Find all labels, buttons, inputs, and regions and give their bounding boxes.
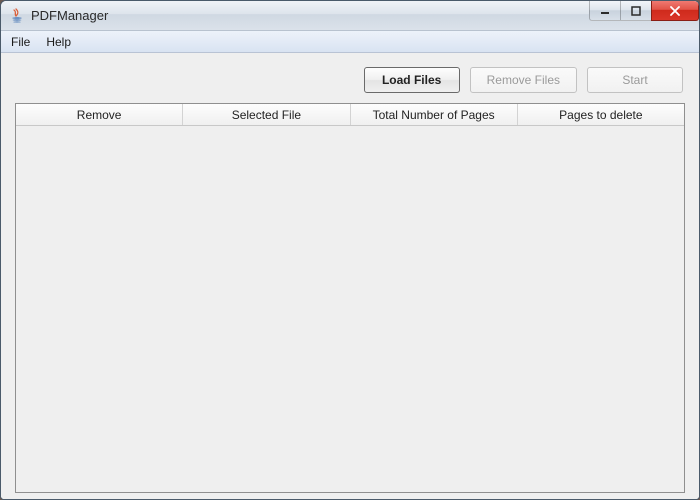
column-remove[interactable]: Remove [16,104,183,125]
load-files-button[interactable]: Load Files [364,67,460,93]
minimize-button[interactable] [589,1,621,21]
column-selected-file[interactable]: Selected File [183,104,350,125]
window-title: PDFManager [31,8,108,23]
action-toolbar: Load Files Remove Files Start [15,63,685,103]
column-total-pages[interactable]: Total Number of Pages [351,104,518,125]
table-header: Remove Selected File Total Number of Pag… [16,104,684,126]
title-bar[interactable]: PDFManager [1,1,699,31]
start-button[interactable]: Start [587,67,683,93]
files-table: Remove Selected File Total Number of Pag… [15,103,685,493]
java-app-icon [9,8,25,24]
window-controls [590,1,699,21]
menu-help[interactable]: Help [38,31,79,52]
menu-file[interactable]: File [3,31,38,52]
maximize-button[interactable] [620,1,652,21]
close-button[interactable] [651,1,699,21]
table-body [16,126,684,492]
content-area: Load Files Remove Files Start Remove Sel… [1,53,699,499]
menu-bar: File Help [1,31,699,53]
app-window: PDFManager File Help Load Files Remove F… [0,0,700,500]
remove-files-button[interactable]: Remove Files [470,67,577,93]
column-pages-to-delete[interactable]: Pages to delete [518,104,684,125]
